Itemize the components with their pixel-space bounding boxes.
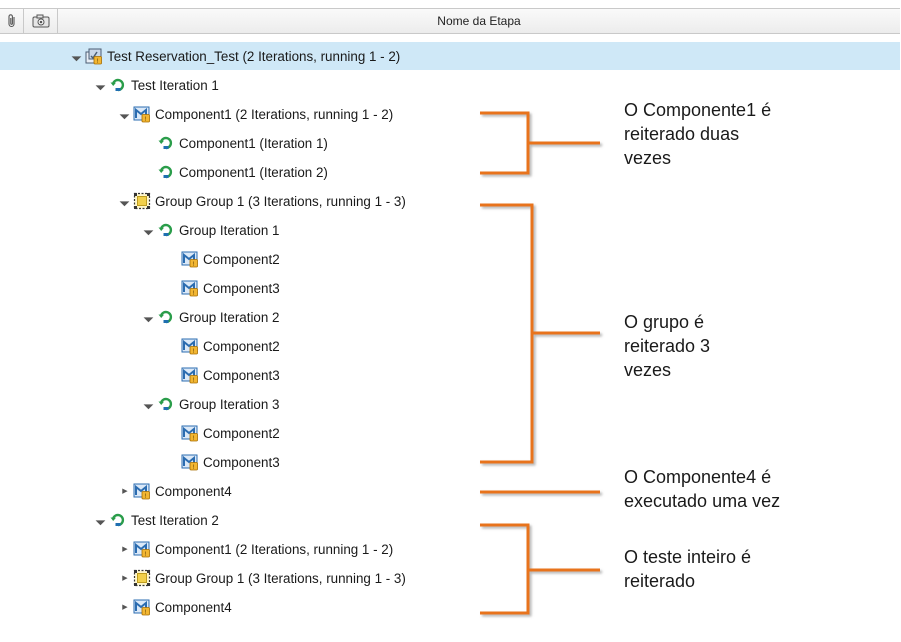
step-tree-panel: Nome da Etapa ◢! Test Reservation_Test (2… — [0, 0, 900, 642]
annotation-bracket — [480, 203, 600, 464]
annotation-bracket — [480, 523, 600, 615]
annotation-note: O grupo é reiterado 3 vezes — [624, 312, 711, 380]
annotation-note: O Componente1 é reiterado duas vezes — [624, 100, 772, 168]
annotation-note: O teste inteiro é reiterado — [624, 547, 752, 591]
annotation-bracket — [480, 111, 600, 175]
annotation-brackets — [480, 111, 600, 615]
annotation-note: O Componente4 é executado uma vez — [624, 467, 781, 511]
